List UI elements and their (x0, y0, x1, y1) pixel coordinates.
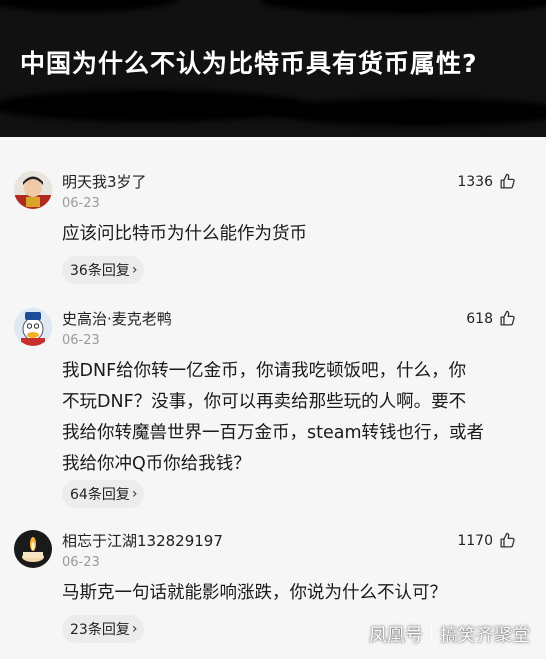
comment-username[interactable]: 相忘于江湖132829197 (62, 530, 223, 551)
replies-button[interactable]: 23条回复 › (62, 615, 145, 643)
comment-username[interactable]: 史高治·麦克老鸭 (62, 308, 172, 329)
comment-text-line: 我给你冲Q币你给我钱？ (62, 454, 251, 474)
comment-date: 06-23 (62, 196, 100, 211)
comment-text: 马斯克一句话就能影响涨跌，你说为什么不认可？ (62, 578, 520, 609)
redaction-streak (0, 90, 310, 122)
like-count-value: 1170 (457, 532, 493, 549)
comment-text-line: 不玩DNF？没事，你可以再卖给那些玩的人啊。要不 (62, 392, 467, 412)
question-title[interactable]: 中国为什么不认为比特币具有货币属性? (20, 44, 536, 80)
avatar[interactable] (14, 530, 52, 568)
thumbs-up-icon[interactable] (499, 310, 516, 327)
like-count-value: 618 (466, 310, 493, 327)
avatar[interactable] (14, 308, 52, 346)
like-count-value: 1336 (457, 173, 493, 190)
like-count[interactable]: 618 (466, 310, 516, 327)
comment-date: 06-23 (62, 555, 100, 570)
comment-username[interactable]: 明天我3岁了 (62, 171, 147, 192)
watermark-platform: 凤凰号 (369, 625, 423, 646)
redaction-streak (270, 98, 546, 126)
comment-text: 应该问比特币为什么能作为货币 (62, 219, 520, 250)
watermark-account: 搞笑齐聚堂 (440, 625, 530, 646)
redaction-streak (260, 0, 546, 14)
comment-text-line: 马斯克一句话就能影响涨跌，你说为什么不认可？ (62, 583, 447, 603)
comment-text: 我DNF给你转一亿金币，你请我吃顿饭吧，什么，你 不玩DNF？没事，你可以再卖给… (62, 356, 520, 480)
thumbs-up-icon[interactable] (499, 173, 516, 190)
comment-text-line: 应该问比特币为什么能作为货币 (62, 224, 307, 244)
comment-text-line: 我给你转魔兽世界一百万金币，steam转钱也行，或者 (62, 423, 485, 443)
thumbs-up-icon[interactable] (499, 532, 516, 549)
question-header: 中国为什么不认为比特币具有货币属性? (0, 0, 546, 137)
comment-item: 明天我3岁了 1336 06-23 应该问比特币为什么能作为货币 36条回复 › (0, 155, 546, 292)
redaction-streak (0, 0, 180, 12)
like-count[interactable]: 1170 (457, 532, 516, 549)
chevron-right-icon: › (131, 262, 138, 278)
replies-button[interactable]: 36条回复 › (62, 256, 145, 284)
watermark: 凤凰号 搞笑齐聚堂 (369, 621, 530, 647)
watermark-divider (431, 625, 432, 643)
replies-label: 23条回复 (70, 622, 130, 638)
comment-list: 明天我3岁了 1336 06-23 应该问比特币为什么能作为货币 36条回复 › (0, 155, 546, 659)
chevron-right-icon: › (131, 621, 138, 637)
replies-button[interactable]: 64条回复 › (62, 480, 145, 508)
comment-item: 史高治·麦克老鸭 618 06-23 我DNF给你转一亿金币，你请我吃顿饭吧，什… (0, 292, 546, 514)
comment-date: 06-23 (62, 333, 100, 348)
comment-text-line: 我DNF给你转一亿金币，你请我吃顿饭吧，什么，你 (62, 361, 467, 381)
replies-label: 64条回复 (70, 487, 130, 503)
replies-label: 36条回复 (70, 263, 130, 279)
avatar[interactable] (14, 171, 52, 209)
like-count[interactable]: 1336 (457, 173, 516, 190)
chevron-right-icon: › (131, 486, 138, 502)
